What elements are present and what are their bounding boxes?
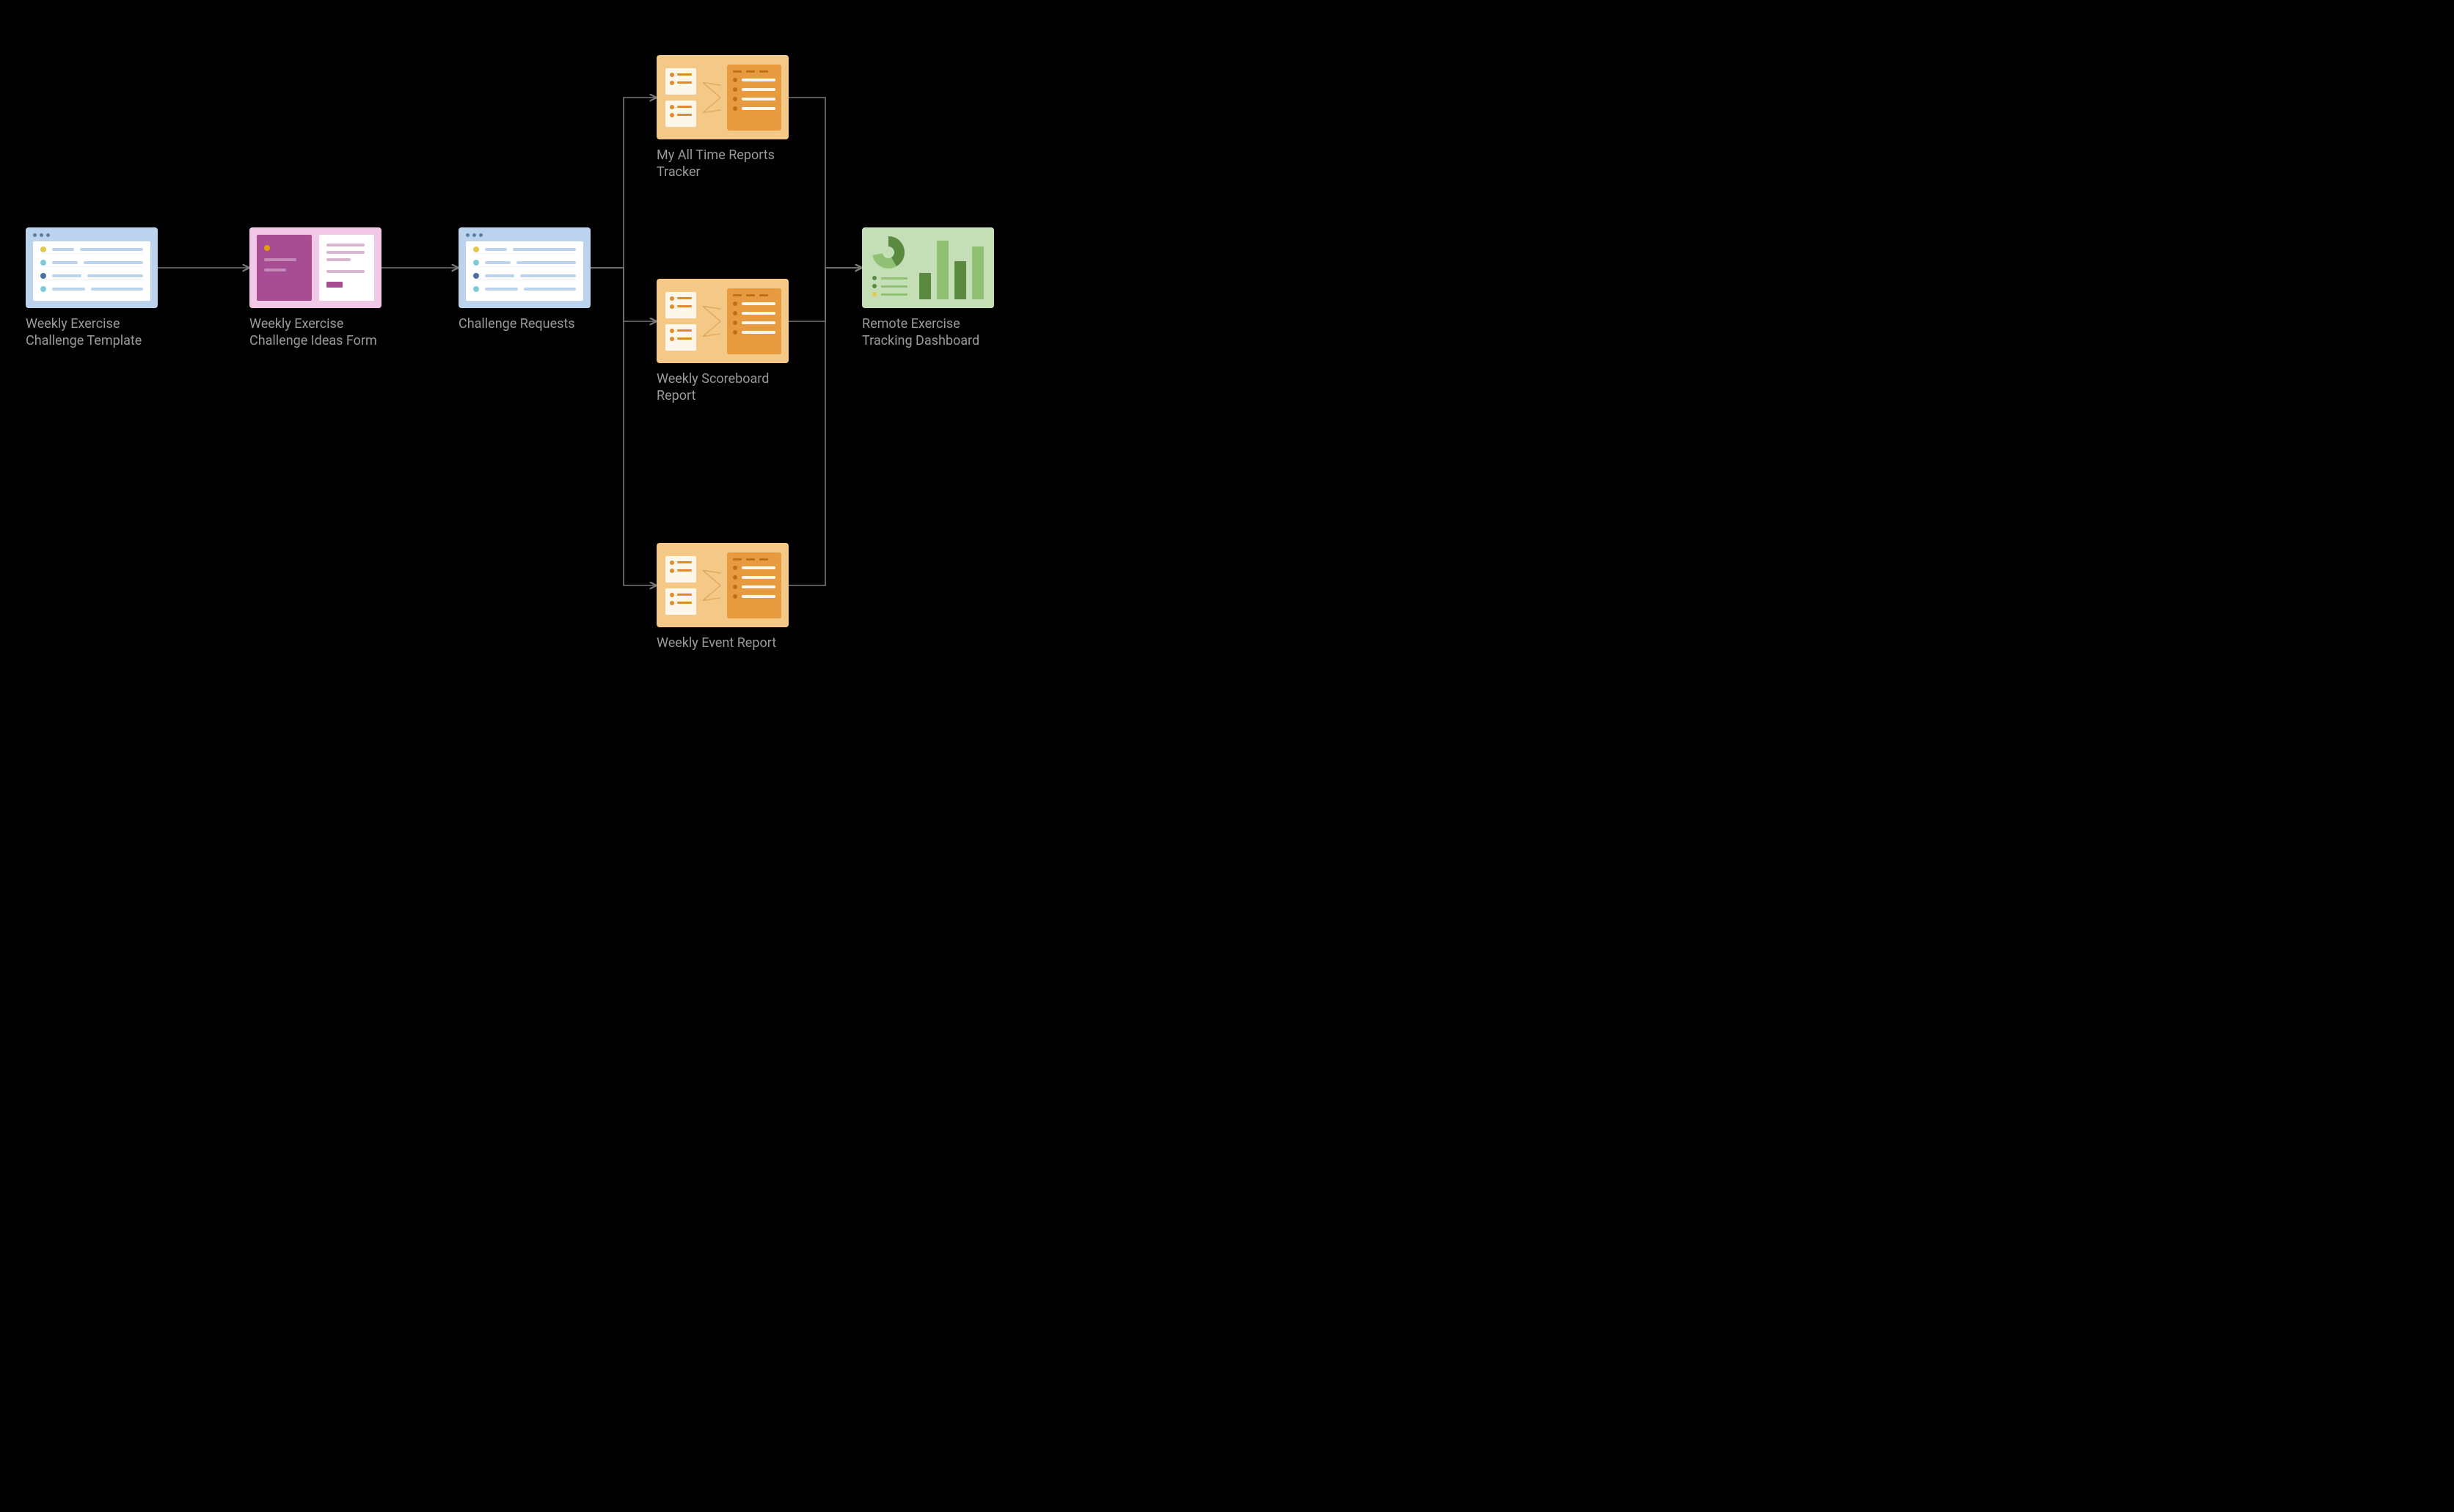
form-icon <box>249 227 381 308</box>
node-label: Weekly Scoreboard Report <box>657 370 789 405</box>
report-icon <box>657 543 789 627</box>
node-weekly-exercise-challenge-template: Weekly Exercise Challenge Template <box>26 227 158 350</box>
node-remote-exercise-tracking-dashboard: Remote Exercise Tracking Dashboard <box>862 227 994 350</box>
node-label: Weekly Exercise Challenge Ideas Form <box>249 315 381 350</box>
sheet-icon <box>26 227 158 308</box>
node-weekly-event-report: Weekly Event Report <box>657 543 789 651</box>
node-label: Remote Exercise Tracking Dashboard <box>862 315 994 350</box>
node-my-all-time-reports-tracker: My All Time Reports Tracker <box>657 55 789 181</box>
dashboard-icon <box>862 227 994 308</box>
report-icon <box>657 55 789 139</box>
node-label: Weekly Exercise Challenge Template <box>26 315 158 350</box>
diagram-canvas: Weekly Exercise Challenge Template Weekl… <box>0 0 1152 710</box>
node-weekly-scoreboard-report: Weekly Scoreboard Report <box>657 279 789 405</box>
bar-chart-icon <box>919 236 984 299</box>
pie-chart-icon <box>872 236 905 269</box>
node-label: Weekly Event Report <box>657 635 789 651</box>
node-label: My All Time Reports Tracker <box>657 147 789 181</box>
connector-layer <box>0 0 1152 710</box>
node-label: Challenge Requests <box>459 315 591 332</box>
sheet-icon <box>459 227 591 308</box>
report-icon <box>657 279 789 363</box>
node-challenge-requests: Challenge Requests <box>459 227 591 332</box>
node-weekly-exercise-challenge-ideas-form: Weekly Exercise Challenge Ideas Form <box>249 227 381 350</box>
